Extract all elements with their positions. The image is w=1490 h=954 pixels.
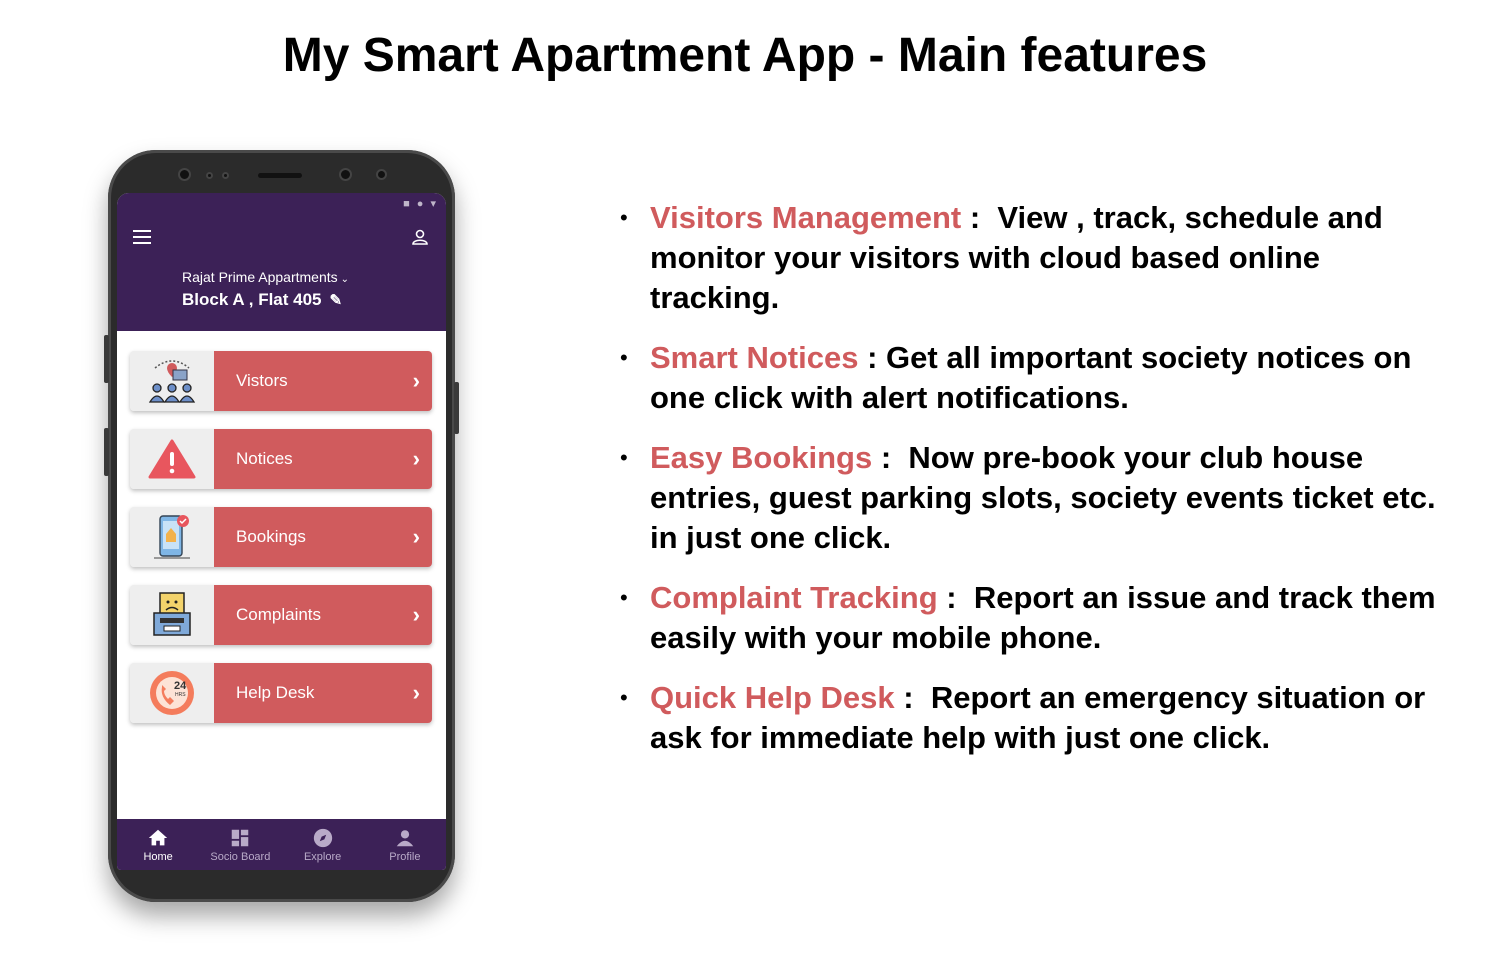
menu-item-label: Help Desk bbox=[236, 683, 315, 702]
chevron-right-icon: › bbox=[412, 524, 420, 549]
menu-item-label: Bookings bbox=[236, 527, 306, 546]
menu-item-label: Complaints bbox=[236, 605, 322, 624]
complaint-box-icon bbox=[130, 585, 214, 645]
volume-down-button bbox=[104, 428, 109, 476]
menu-item-helpdesk[interactable]: 24 HRS Help Desk › bbox=[130, 663, 432, 723]
svg-text:24: 24 bbox=[174, 680, 187, 692]
feature-separator: : bbox=[858, 340, 887, 375]
bullet: • bbox=[620, 445, 628, 470]
chevron-right-icon: › bbox=[412, 680, 420, 705]
menu-item-complaints[interactable]: Complaints › bbox=[130, 585, 432, 645]
booking-phone-icon bbox=[130, 507, 214, 567]
flat-info: Block A , Flat 405 ✎ bbox=[182, 290, 342, 310]
nav-label: Socio Board bbox=[210, 850, 271, 863]
feature-item-bookings: • Easy Bookings : Now pre-book your club… bbox=[620, 438, 1440, 558]
app-screen: ■ ● ▾ Rajat Prime Appartments ⌄ Block A ,… bbox=[117, 193, 446, 870]
app-header: ■ ● ▾ Rajat Prime Appartments ⌄ Block A ,… bbox=[117, 193, 446, 331]
compass-icon bbox=[313, 828, 332, 847]
account-icon[interactable] bbox=[410, 227, 430, 247]
feature-title: Complaint Tracking bbox=[650, 580, 938, 615]
chevron-right-icon: › bbox=[412, 602, 420, 627]
nav-label: Home bbox=[143, 850, 173, 863]
feature-title: Visitors Management bbox=[650, 200, 962, 235]
volume-up-button bbox=[104, 335, 109, 383]
nav-profile[interactable]: Profile bbox=[365, 827, 445, 863]
menu-item-label: Notices bbox=[236, 449, 293, 468]
slide-title: My Smart Apartment App - Main features bbox=[282, 29, 1208, 82]
feature-title: Smart Notices bbox=[650, 340, 859, 375]
society-selector[interactable]: Rajat Prime Appartments ⌄ bbox=[182, 269, 349, 285]
chevron-right-icon: › bbox=[412, 446, 420, 471]
visitors-icon bbox=[130, 351, 214, 411]
society-name: Rajat Prime Appartments bbox=[182, 269, 338, 285]
person-icon bbox=[396, 829, 414, 846]
edit-pencil-icon[interactable]: ✎ bbox=[330, 291, 343, 309]
feature-separator: : bbox=[961, 200, 998, 235]
sensor bbox=[222, 172, 229, 179]
phone-mockup: ■ ● ▾ Rajat Prime Appartments ⌄ Block A ,… bbox=[104, 150, 459, 902]
feature-list: • Visitors Management : View , track, sc… bbox=[620, 198, 1440, 778]
bottom-navigation: Home Socio Board Explore Profile bbox=[117, 819, 446, 870]
complaints-button[interactable]: Complaints › bbox=[214, 585, 432, 645]
chevron-down-icon: ⌄ bbox=[340, 274, 350, 285]
hamburger-menu-icon[interactable] bbox=[133, 230, 151, 244]
notices-button[interactable]: Notices › bbox=[214, 429, 432, 489]
visitors-button[interactable]: Vistors › bbox=[214, 351, 432, 411]
front-camera bbox=[178, 168, 191, 181]
nav-label: Explore bbox=[303, 850, 342, 863]
feature-separator: : bbox=[894, 680, 931, 715]
feature-separator: : bbox=[872, 440, 909, 475]
feature-item-helpdesk: • Quick Help Desk : Report an emergency … bbox=[620, 678, 1440, 758]
earpiece-speaker bbox=[258, 173, 302, 178]
helpdesk-24hrs-icon: 24 HRS bbox=[130, 663, 214, 723]
home-icon bbox=[148, 829, 168, 845]
chevron-right-icon: › bbox=[412, 368, 420, 393]
feature-menu: Vistors › Notices › Bookings › Complaint… bbox=[130, 351, 432, 741]
status-bar-icons: ■ ● ▾ bbox=[403, 198, 438, 210]
feature-title: Easy Bookings bbox=[650, 440, 873, 475]
warning-icon bbox=[130, 429, 214, 489]
feature-item-visitors: • Visitors Management : View , track, sc… bbox=[620, 198, 1440, 318]
bullet: • bbox=[620, 585, 628, 610]
bullet: • bbox=[620, 685, 628, 710]
nav-explore[interactable]: Explore bbox=[283, 827, 363, 863]
bullet: • bbox=[620, 345, 628, 370]
menu-item-label: Vistors bbox=[236, 371, 288, 390]
menu-item-notices[interactable]: Notices › bbox=[130, 429, 432, 489]
menu-item-visitors[interactable]: Vistors › bbox=[130, 351, 432, 411]
nav-home[interactable]: Home bbox=[118, 827, 198, 863]
power-button bbox=[454, 382, 459, 434]
helpdesk-button[interactable]: Help Desk › bbox=[214, 663, 432, 723]
bullet: • bbox=[620, 205, 628, 230]
sensor bbox=[376, 169, 387, 180]
menu-item-bookings[interactable]: Bookings › bbox=[130, 507, 432, 567]
sensor bbox=[339, 168, 352, 181]
flat-name: Block A , Flat 405 bbox=[182, 290, 322, 309]
feature-separator: : bbox=[937, 580, 974, 615]
feature-title: Quick Help Desk bbox=[650, 680, 895, 715]
nav-label: Profile bbox=[389, 850, 421, 863]
dashboard-icon bbox=[232, 829, 249, 846]
bookings-button[interactable]: Bookings › bbox=[214, 507, 432, 567]
feature-item-notices: • Smart Notices : Get all important soci… bbox=[620, 338, 1440, 418]
feature-item-complaints: • Complaint Tracking : Report an issue a… bbox=[620, 578, 1440, 658]
nav-socio-board[interactable]: Socio Board bbox=[200, 827, 280, 863]
sensor bbox=[206, 172, 213, 179]
svg-text:HRS: HRS bbox=[175, 692, 186, 698]
phone-top-bezel bbox=[108, 150, 455, 194]
